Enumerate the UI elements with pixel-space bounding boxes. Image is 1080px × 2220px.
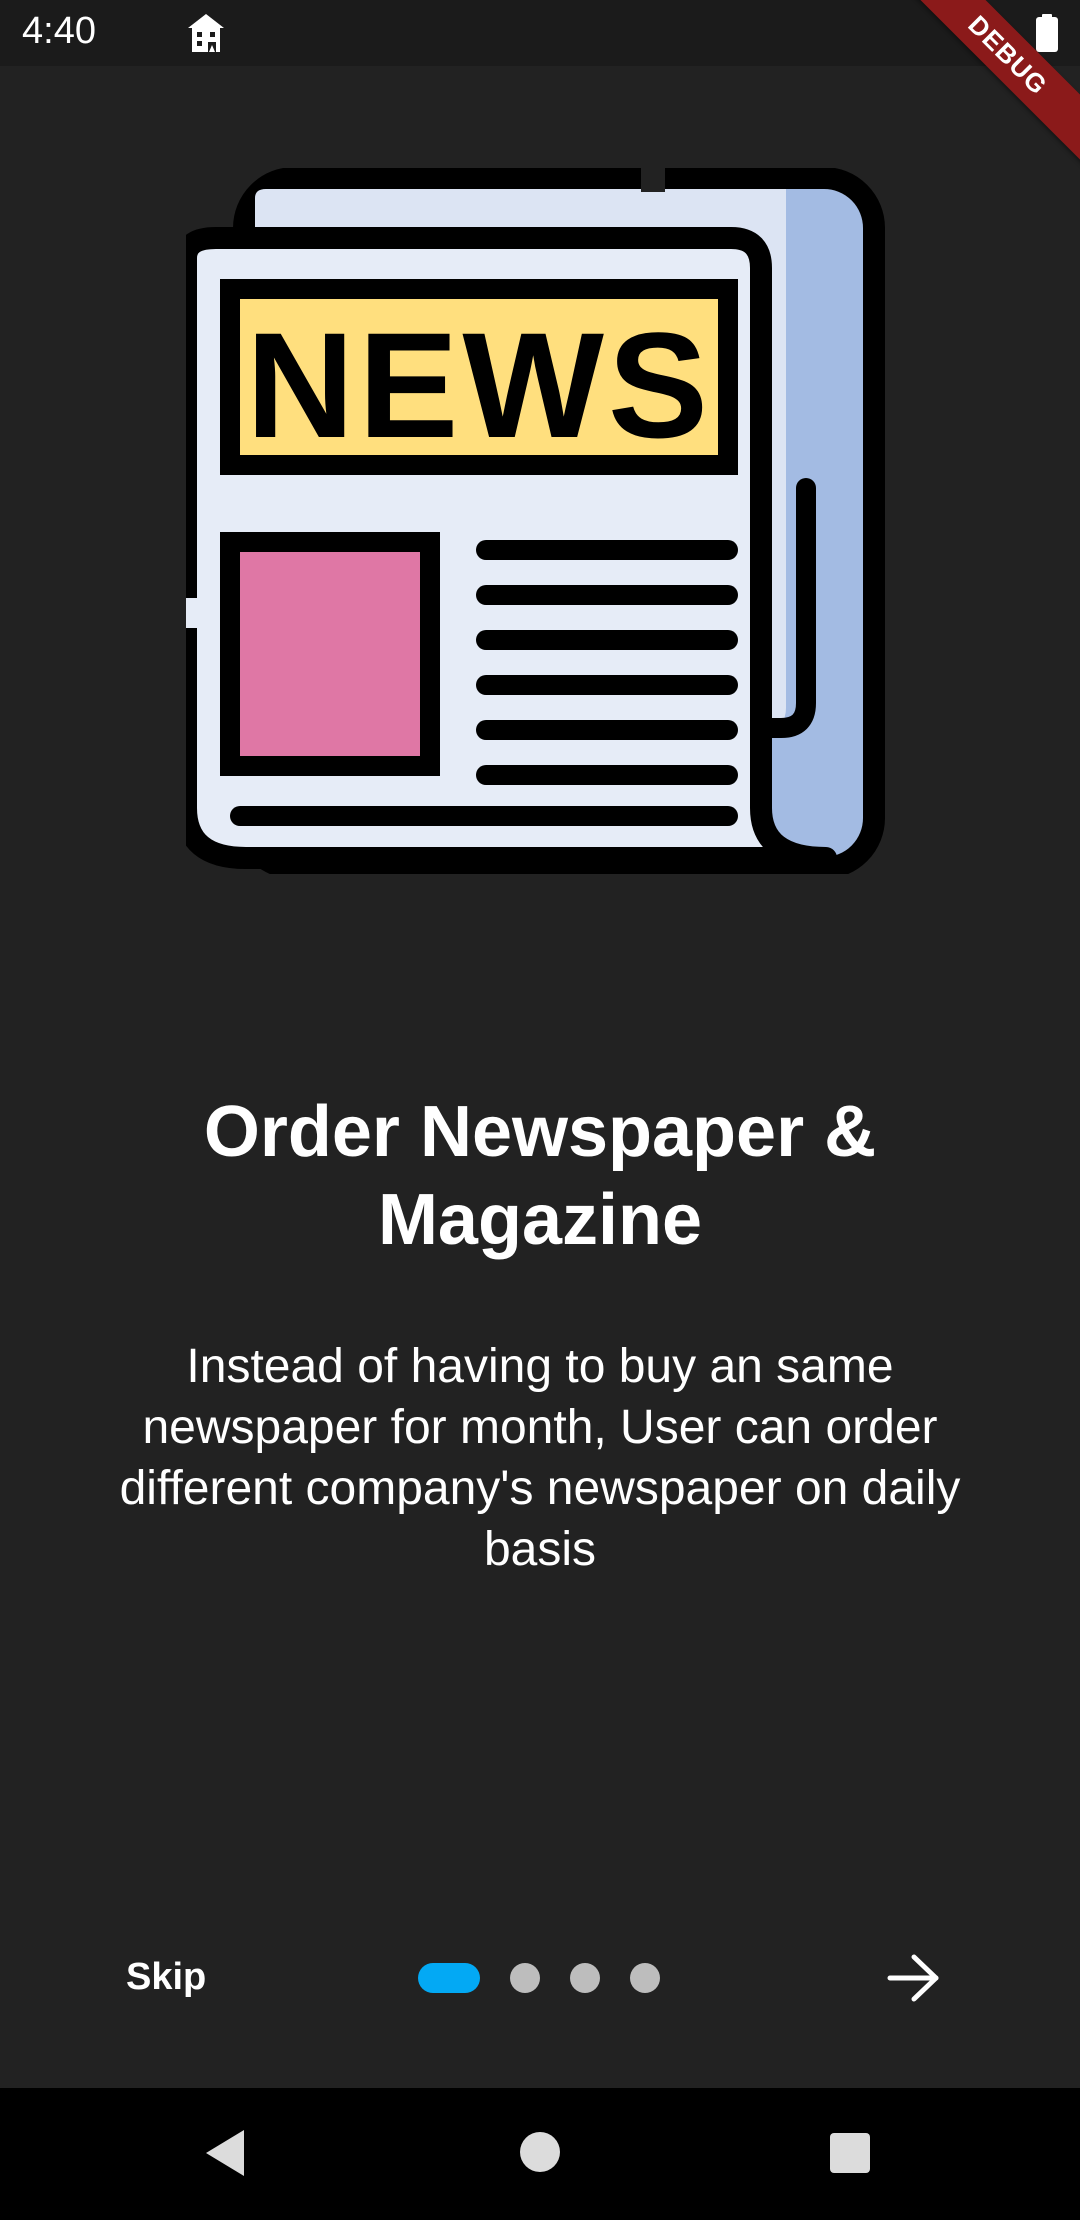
onboarding-title: Order Newspaper & Magazine [60,1088,1020,1264]
status-bar: 4:40 [0,0,1080,66]
page-indicator [418,1963,660,1993]
page-dot[interactable] [510,1963,540,1993]
triangle-back-icon[interactable] [204,2128,248,2178]
newspaper-icon: NEWS [186,168,885,874]
page-dot[interactable] [570,1963,600,1993]
title-line-2: Magazine [377,1180,703,1260]
arrow-right-icon[interactable] [884,1952,944,2004]
status-time: 4:40 [22,10,96,52]
system-nav-bar [0,2088,1080,2220]
title-line-1: Order Newspaper & [203,1092,877,1172]
masthead-text: NEWS [246,301,712,469]
square-recents-icon[interactable] [830,2133,870,2173]
skip-button[interactable]: Skip [126,1956,206,1999]
page-dot[interactable] [630,1963,660,1993]
circle-home-icon[interactable] [520,2132,560,2172]
battery-full-icon [1036,14,1058,52]
onboarding-description: Instead of having to buy an same newspap… [119,1340,961,1576]
page-dot-active[interactable] [418,1963,480,1993]
onboarding-screen: 4:40 DEBUG NEWS Order Newspaper & Magazi… [0,0,1080,2220]
house-building-icon [188,14,224,52]
